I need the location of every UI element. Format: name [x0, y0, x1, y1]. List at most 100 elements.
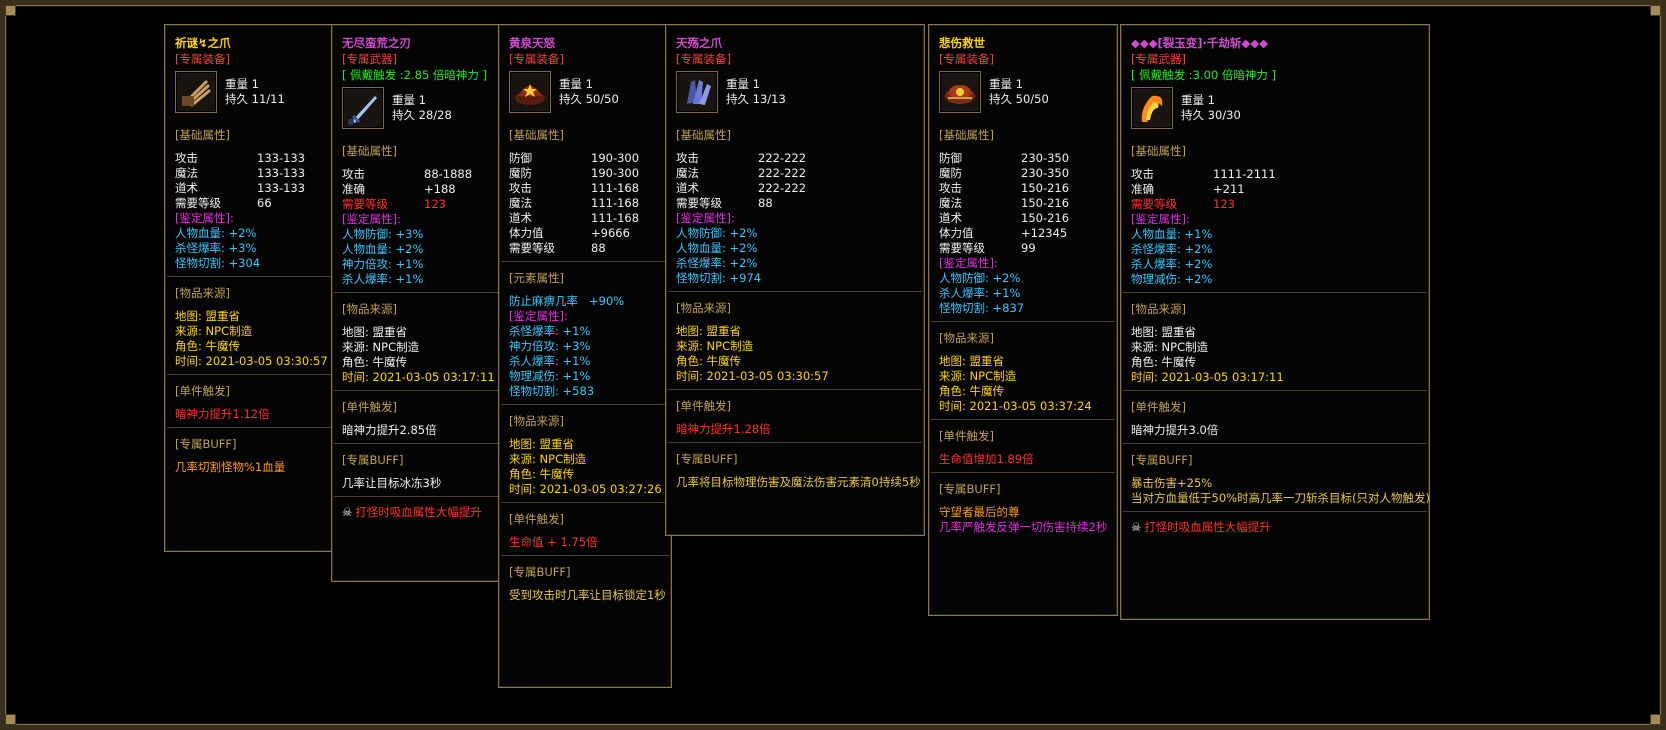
- appraise-line: 人物防御: +2%: [939, 271, 1021, 285]
- buff-text: 受到攻击时几率让目标锁定1秒: [509, 588, 666, 602]
- source-section-title: [物品来源]: [342, 302, 397, 316]
- divider: [334, 496, 502, 497]
- appraise-line: 人物血量: +1%: [1131, 227, 1213, 241]
- appraise-title: [鉴定属性]:: [509, 309, 568, 323]
- appraise-line: 人物防御: +2%: [676, 226, 758, 240]
- divider: [334, 443, 502, 444]
- appraise-title: [鉴定属性]:: [939, 256, 998, 270]
- durability-value: 30/30: [1207, 108, 1241, 122]
- divider: [931, 321, 1115, 322]
- buff-text: 当对方血量低于50%时高几率一刀斩杀目标(只对人物触发): [1131, 491, 1430, 505]
- appraise-line: 怪物切割: +974: [676, 271, 762, 285]
- durability-value: 50/50: [1015, 92, 1049, 106]
- weight-label: 重量: [989, 77, 1012, 91]
- appraise-line: 杀人爆率: +1%: [342, 272, 424, 286]
- stat-row: 魔防 230-350: [939, 166, 1070, 180]
- appraise-line: 怪物切割: +304: [175, 256, 261, 270]
- hat-icon[interactable]: [939, 71, 981, 113]
- divider: [1123, 292, 1427, 293]
- buff-section-title: [专属BUFF]: [1131, 453, 1193, 467]
- divider: [167, 374, 335, 375]
- stat-row: 需要等级 123: [342, 197, 446, 211]
- weight-label: 重量: [225, 77, 248, 91]
- trigger-section-title: [单件触发]: [509, 512, 564, 526]
- item-tooltip-qianjie-zhan: ◆◆◆[裂玉变]·千劫斩◆◆◆ [专属武器] [ 佩戴触发 :3.00 倍暗神力…: [1120, 24, 1430, 620]
- buff-text: 几率让目标冰冻3秒: [342, 476, 442, 490]
- weight-label: 重量: [559, 77, 582, 91]
- stat-row: 魔防 190-300: [509, 166, 640, 180]
- source-section-title: [物品来源]: [676, 301, 731, 315]
- durability-label: 持久: [726, 92, 749, 106]
- divider: [501, 555, 669, 556]
- appraise-line: 杀怪爆率: +2%: [676, 256, 758, 270]
- buff-section-title: [专属BUFF]: [342, 453, 404, 467]
- basic-section-title: [基础属性]: [1131, 144, 1186, 158]
- item-name: 祈谜↯之爪: [175, 36, 231, 50]
- divider: [668, 442, 922, 443]
- divider: [1123, 390, 1427, 391]
- appraise-line: 人物防御: +3%: [342, 227, 424, 241]
- stat-row: 准确 +188: [342, 182, 456, 196]
- divider: [931, 472, 1115, 473]
- item-tag: [专属装备]: [939, 52, 994, 66]
- divider: [501, 502, 669, 503]
- stat-row: 体力值 +12345: [939, 226, 1068, 240]
- frame-corner: [1650, 5, 1661, 16]
- source-line: 来源: NPC制造: [939, 369, 1017, 383]
- item-tag: [专属装备]: [175, 52, 230, 66]
- weight-value: 1: [752, 77, 760, 91]
- source-line: 角色: 牛魔传: [939, 384, 1005, 398]
- divider: [334, 292, 502, 293]
- appraise-line: 怪物切割: +837: [939, 301, 1025, 315]
- item-name: 无尽蛮荒之刃: [342, 36, 411, 50]
- basic-section-title: [基础属性]: [342, 144, 397, 158]
- gauntlet-icon[interactable]: [676, 71, 718, 113]
- helmet-icon[interactable]: [509, 71, 551, 113]
- appraise-title: [鉴定属性]:: [175, 211, 234, 225]
- item-name: 黄泉天怒: [509, 36, 555, 50]
- appraise-line: 杀人爆率: +1%: [509, 354, 591, 368]
- source-line: 时间: 2021-03-05 03:17:11: [1131, 370, 1284, 384]
- weight-label: 重量: [726, 77, 749, 91]
- source-line: 来源: NPC制造: [1131, 340, 1209, 354]
- weight-value: 1: [1207, 93, 1215, 107]
- trigger-text: 暗神力提升1.28倍: [676, 422, 771, 436]
- appraise-line: 神力倍攻: +3%: [509, 339, 591, 353]
- trigger-section-title: [单件触发]: [342, 400, 397, 414]
- source-section-title: [物品来源]: [1131, 302, 1186, 316]
- stat-row: 魔法 133-133: [175, 166, 306, 180]
- durability-label: 持久: [392, 108, 415, 122]
- divider: [668, 389, 922, 390]
- item-tag: [专属装备]: [509, 52, 564, 66]
- trigger-text: 暗神力提升1.12倍: [175, 407, 270, 421]
- source-line: 时间: 2021-03-05 03:17:11: [342, 370, 495, 384]
- item-tag: [专属武器]: [342, 52, 397, 66]
- item-tooltip-endless-blade: 无尽蛮荒之刃 [专属武器] [ 佩戴触发 :2.85 倍暗神力 ] 重量 1 持…: [331, 24, 505, 582]
- appraise-line: 神力倍攻: +1%: [342, 257, 424, 271]
- item-tooltip-beishang-jiushi: 悲伤救世 [专属装备] 重量 1 持久 50/50 [基础属性] 防御 230-3…: [928, 24, 1118, 616]
- source-line: 角色: 牛魔传: [509, 467, 575, 481]
- trigger-section-title: [单件触发]: [175, 384, 230, 398]
- wear-trigger-bonus: [ 佩戴触发 :2.85 倍暗神力 ]: [342, 68, 488, 82]
- source-line: 时间: 2021-03-05 03:30:57: [175, 354, 328, 368]
- sword-icon[interactable]: [342, 87, 384, 129]
- stat-row: 攻击 111-168: [509, 181, 640, 195]
- stat-row: 防御 230-350: [939, 151, 1070, 165]
- durability-label: 持久: [1181, 108, 1204, 122]
- source-line: 地图: 盟重省: [1131, 325, 1197, 339]
- appraise-line: 怪物切割: +583: [509, 384, 595, 398]
- weight-value: 1: [585, 77, 593, 91]
- trigger-text: 暗神力提升2.85倍: [342, 423, 437, 437]
- durability-value: 11/11: [251, 92, 285, 106]
- stat-row: 道术 150-216: [939, 211, 1070, 225]
- appraise-title: [鉴定属性]:: [676, 211, 735, 225]
- basic-section-title: [基础属性]: [509, 128, 564, 142]
- item-name: 天殇之爪: [676, 36, 722, 50]
- appraise-line: 人物血量: +2%: [676, 241, 758, 255]
- durability-value: 13/13: [752, 92, 786, 106]
- stat-row: 道术 133-133: [175, 181, 306, 195]
- source-line: 角色: 牛魔传: [676, 354, 742, 368]
- item-name: 悲伤救世: [939, 36, 985, 50]
- claw-icon[interactable]: [175, 71, 217, 113]
- fire-blade-icon[interactable]: [1131, 87, 1173, 129]
